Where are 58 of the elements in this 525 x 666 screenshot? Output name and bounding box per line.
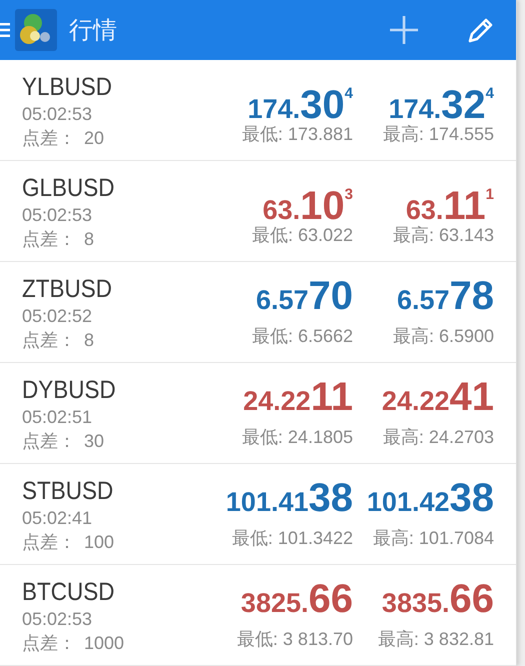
spread-value: 100 — [84, 532, 114, 552]
low-price: 最低: 63.022 — [252, 224, 353, 247]
quote-time: 05:02:51 — [22, 406, 94, 429]
quote-row[interactable]: STBUSD 05:02:41 点差： 100 101.4138 最低: 101.3422 101.4238 最高: 101.7084 — [0, 464, 516, 565]
quote-time: 05:02:53 — [22, 204, 94, 227]
quote-time: 05:02:53 — [22, 608, 94, 631]
low-price: 最低: 3 813.70 — [236, 628, 353, 651]
spread-label: 点差： — [22, 431, 76, 451]
ask-price: 6.5778 — [396, 274, 494, 320]
quote-row[interactable]: DYBUSD 05:02:51 点差： 30 24.2211 最低: 24.1805 24.2241 最高: 24.2703 — [0, 363, 516, 464]
spread-label: 点差： — [22, 330, 76, 350]
bid-price: 24.2211 — [243, 375, 353, 421]
spread-label: 点差： — [22, 229, 76, 249]
symbol-name: DYBUSD — [22, 375, 117, 405]
spread-label: 点差： — [22, 532, 76, 552]
symbol-name: YLBUSD — [22, 72, 114, 102]
ask-price: 3835.66 — [382, 577, 494, 623]
spread-value: 1000 — [84, 633, 124, 653]
high-price: 最高: 24.2703 — [382, 426, 494, 449]
spread-label: 点差： — [22, 128, 76, 148]
menu-icon[interactable] — [0, 22, 10, 38]
spread-value: 20 — [84, 128, 104, 148]
ask-price: 24.2241 — [382, 375, 494, 421]
ask-price: 63.11$^{1}$ — [406, 183, 494, 219]
quote-row[interactable]: GLBUSD 05:02:53 点差： 8 63.10$^{3}$ 最低: 63.022 63.11$^{1}$ 最高: 63.143 — [0, 161, 516, 262]
app-logo-icon — [15, 9, 57, 51]
bid-price: 63.10$^{3}$ — [262, 183, 353, 219]
spread-value: 8 — [84, 229, 94, 249]
spread-value: 8 — [84, 330, 94, 350]
add-icon[interactable] — [388, 14, 420, 46]
high-price: 最高: 6.5900 — [392, 325, 494, 348]
bid-price: 174.30$^{4}$ — [248, 82, 353, 118]
high-price: 最高: 174.555 — [382, 123, 494, 146]
low-price: 最低: 101.3422 — [232, 527, 353, 550]
quote-row[interactable]: ZTBUSD 05:02:52 点差： 8 6.5770 最低: 6.5662 6.5778 最高: 6.5900 — [0, 262, 516, 363]
spread-value: 30 — [84, 431, 104, 451]
bid-price: 101.4138 — [226, 476, 353, 522]
bid-price: 6.5770 — [256, 274, 353, 320]
spread-label: 点差： — [22, 633, 76, 653]
high-price: 最高: 101.7084 — [372, 527, 494, 550]
quote-time: 05:02:53 — [22, 103, 94, 126]
ask-price: 101.4238 — [366, 476, 494, 522]
ask-price: 174.32$^{4}$ — [388, 82, 494, 118]
bid-price: 3825.66 — [240, 577, 353, 623]
low-price: 最低: 24.1805 — [242, 426, 353, 449]
low-price: 最低: 173.881 — [242, 123, 353, 146]
quote-row[interactable]: BTCUSD 05:02:53 点差： 1000 3825.66 最低: 3 813.70 3835.66 最高: 3 832.81 — [0, 565, 516, 666]
symbol-name: ZTBUSD — [22, 274, 113, 304]
quote-time: 05:02:52 — [22, 305, 94, 328]
high-price: 最高: 3 832.81 — [378, 628, 494, 651]
screen-title: 行情 — [69, 16, 117, 46]
low-price: 最低: 6.5662 — [252, 325, 353, 348]
symbol-name: BTCUSD — [22, 577, 116, 607]
quote-row[interactable]: YLBUSD 05:02:53 点差： 20 174.30$^{4}$ 最低: 173.881 174.32$^{4}$ 最高: 174.555 — [0, 60, 516, 161]
high-price: 最高: 63.143 — [392, 224, 494, 247]
quote-time: 05:02:41 — [22, 507, 94, 530]
symbol-name: GLBUSD — [22, 173, 116, 203]
symbol-name: STBUSD — [22, 476, 114, 506]
